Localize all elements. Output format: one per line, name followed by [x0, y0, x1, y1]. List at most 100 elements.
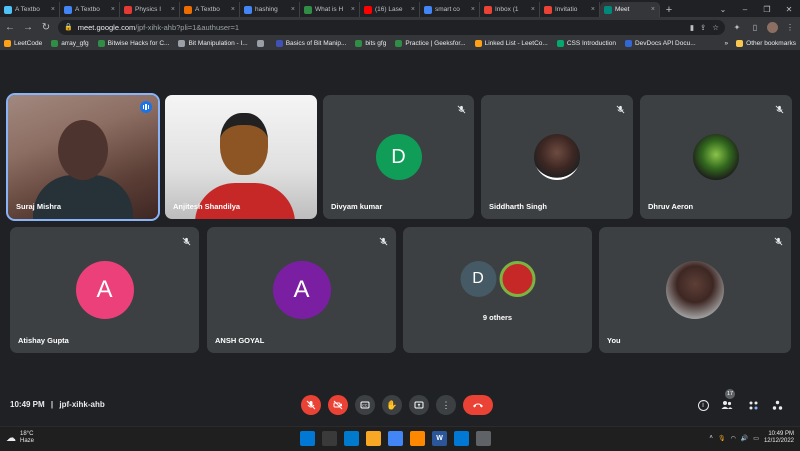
reload-icon[interactable]: ↻	[40, 22, 52, 33]
close-tab-icon[interactable]: ×	[231, 6, 235, 13]
extensions-icon[interactable]: ✦	[731, 23, 743, 32]
close-tab-icon[interactable]: ×	[291, 6, 295, 13]
vscode-icon[interactable]	[344, 431, 359, 446]
browser-tab[interactable]: hashing ×	[240, 2, 300, 17]
activities-button[interactable]	[770, 398, 784, 412]
back-icon[interactable]: ←	[4, 22, 16, 33]
participant-tile[interactable]: You	[599, 227, 791, 353]
browser-tab[interactable]: A Textbo ×	[180, 2, 240, 17]
browser-tab[interactable]: Inbox (1 ×	[480, 2, 540, 17]
volume-icon[interactable]: 🔊	[741, 435, 748, 442]
bookmark-favicon	[395, 40, 403, 47]
present-button[interactable]	[409, 395, 429, 415]
lock-icon: 🔒	[64, 24, 73, 31]
browser-tab[interactable]: What is H ×	[300, 2, 360, 17]
bookmark-label: Basics of Bit Manip...	[285, 40, 347, 47]
other-bookmarks[interactable]: Other bookmarks	[736, 40, 796, 47]
camera-icon[interactable]: ▮	[690, 23, 694, 32]
edge-icon[interactable]	[454, 431, 469, 446]
bookmark-item[interactable]: DevDocs API Docu...	[624, 40, 696, 47]
close-tab-icon[interactable]: ×	[411, 6, 415, 13]
avatar[interactable]	[767, 21, 778, 33]
menu-icon[interactable]: ⋮	[784, 23, 796, 32]
maximize-button[interactable]: ❐	[756, 2, 778, 17]
close-window-button[interactable]: ✕	[778, 2, 800, 17]
participant-tile[interactable]: Dhruv Aeron	[640, 95, 792, 219]
app-icon[interactable]	[476, 431, 491, 446]
vlc-icon[interactable]	[410, 431, 425, 446]
bookmark-item[interactable]: Linked List - LeetCo...	[474, 40, 548, 47]
star-icon[interactable]: ☆	[712, 23, 719, 32]
browser-tab[interactable]: Meet ×	[600, 2, 660, 17]
captions-button[interactable]: CC	[355, 395, 375, 415]
minimize-button[interactable]: –	[734, 2, 756, 17]
folder-icon[interactable]	[366, 431, 381, 446]
participant-tile[interactable]: D 9 others	[403, 227, 592, 353]
tab-favicon	[124, 5, 132, 14]
chrome-icon[interactable]	[388, 431, 403, 446]
participant-count-badge: 17	[725, 389, 735, 399]
bookmark-favicon	[4, 40, 11, 47]
battery-icon[interactable]: ▭	[753, 435, 759, 442]
bookmark-label: LeetCode	[14, 40, 43, 47]
bookmark-item[interactable]: Bitwise Hacks for C...	[97, 40, 169, 47]
browser-tab[interactable]: Invitatio ×	[540, 2, 600, 17]
bookmark-item[interactable]: Bit Manipulation - I...	[178, 40, 248, 47]
clock[interactable]: 10:49 PM 12/12/2022	[764, 431, 794, 445]
bookmark-item[interactable]: bits gfg	[355, 40, 386, 47]
close-tab-icon[interactable]: ×	[111, 6, 115, 13]
bookmark-item[interactable]: Basics of Bit Manip...	[275, 40, 347, 47]
participant-tile[interactable]: A ANSH GOYAL	[207, 227, 396, 353]
bookmarks-more-button[interactable]: »	[725, 40, 729, 47]
chevron-up-icon[interactable]: ˄	[709, 435, 713, 441]
bookmark-favicon	[97, 40, 105, 47]
bookmark-item[interactable]: LeetCode	[4, 40, 42, 47]
meeting-details-button[interactable]: i	[696, 398, 710, 412]
windows-taskbar: ☁ 18°C Haze W ˄ 🎙 ◠ 🔊 ▭ 10:49 PM 12/12/2…	[0, 426, 800, 451]
weather-widget[interactable]: ☁ 18°C Haze	[6, 431, 34, 445]
mic-off-button[interactable]	[301, 395, 321, 415]
address-bar[interactable]: 🔒 meet.google.com/jpf-xihk-ahb?pli=1&aut…	[58, 19, 725, 35]
bookmark-item[interactable]: array_gfg	[51, 40, 89, 47]
browser-tab[interactable]: smart co ×	[420, 2, 480, 17]
bookmark-favicon	[474, 40, 482, 47]
share-icon[interactable]: ⇪	[700, 23, 706, 32]
close-tab-icon[interactable]: ×	[51, 6, 55, 13]
word-icon[interactable]: W	[432, 431, 447, 446]
browser-tab[interactable]: Physics I ×	[120, 2, 180, 17]
participant-tile[interactable]: D Divyam kumar	[323, 95, 474, 219]
participant-tile[interactable]: Suraj Mishra	[6, 93, 160, 221]
close-tab-icon[interactable]: ×	[351, 6, 355, 13]
close-tab-icon[interactable]: ×	[471, 6, 475, 13]
bookmark-item[interactable]: Practice | Geeksfor...	[395, 40, 466, 47]
more-options-button[interactable]: ⋮	[436, 395, 456, 415]
people-button[interactable]: 17	[720, 389, 735, 412]
forward-icon[interactable]: →	[22, 22, 34, 33]
search-icon[interactable]	[322, 431, 337, 446]
participant-tile[interactable]: Anjitesh Shandilya	[165, 95, 317, 219]
new-tab-button[interactable]: +	[660, 2, 678, 17]
tab-search-icon[interactable]: ⌄	[712, 2, 734, 17]
close-tab-icon[interactable]: ×	[531, 6, 535, 13]
participant-tile[interactable]: A Atishay Gupta	[10, 227, 199, 353]
bookmark-item[interactable]: CSS Introduction	[556, 40, 616, 47]
chat-button[interactable]	[746, 398, 760, 412]
mic-icon[interactable]: 🎙	[718, 435, 726, 442]
close-tab-icon[interactable]: ×	[651, 6, 655, 13]
close-tab-icon[interactable]: ×	[171, 6, 175, 13]
close-tab-icon[interactable]: ×	[591, 6, 595, 13]
raise-hand-button[interactable]: ✋	[382, 395, 402, 415]
clock-date: 12/12/2022	[763, 438, 794, 444]
camera-off-button[interactable]	[328, 395, 348, 415]
browser-tab[interactable]: A Textbo ×	[60, 2, 120, 17]
windows-icon[interactable]	[300, 431, 315, 446]
wifi-icon[interactable]: ◠	[731, 435, 736, 442]
side-panel-icon[interactable]: ▯	[749, 23, 761, 32]
leave-call-button[interactable]	[463, 395, 493, 415]
tab-label: Meet	[615, 6, 630, 13]
clock-time: 10:49 PM	[768, 431, 794, 437]
browser-tab[interactable]: (16) Lase ×	[360, 2, 420, 17]
bookmark-item[interactable]	[256, 40, 267, 47]
participant-tile[interactable]: Siddharth Singh	[481, 95, 633, 219]
browser-tab[interactable]: A Textbo ×	[0, 2, 60, 17]
